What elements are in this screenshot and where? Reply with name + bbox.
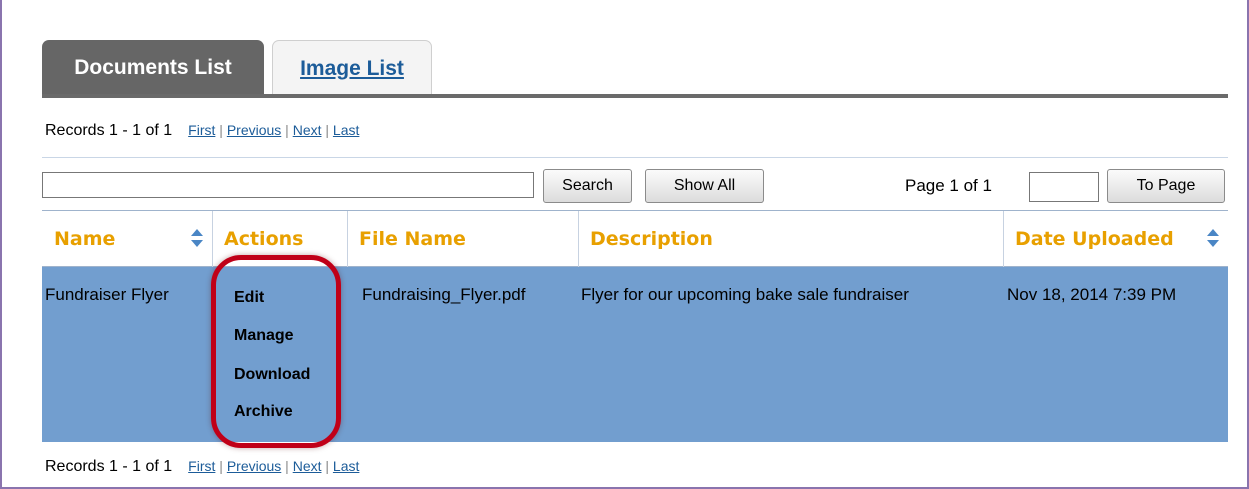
window-frame: Documents List Image List Records 1 - 1 … (0, 0, 1249, 489)
column-header-label: Description (590, 228, 713, 250)
cell-date-uploaded: Nov 18, 2014 7:39 PM (1007, 285, 1177, 304)
pager-last-link[interactable]: Last (333, 122, 359, 138)
action-edit-link[interactable]: Edit (234, 289, 264, 307)
show-all-button[interactable]: Show All (645, 169, 764, 203)
tab-image-list[interactable]: Image List (272, 40, 432, 96)
pager-separator: | (219, 122, 223, 138)
page-number-input[interactable] (1029, 172, 1099, 202)
action-download-link[interactable]: Download (234, 366, 310, 384)
column-header-label: Name (54, 228, 116, 250)
pager-separator: | (325, 122, 330, 138)
column-header-file-name: File Name (347, 211, 578, 267)
tab-divider (42, 94, 1228, 98)
search-button[interactable]: Search (543, 169, 632, 203)
pager-last-link[interactable]: Last (333, 458, 359, 474)
records-count: Records 1 - 1 of 1 (45, 122, 173, 139)
action-archive-link[interactable]: Archive (234, 403, 293, 421)
pager-previous-link[interactable]: Previous (227, 122, 281, 138)
column-header-date-uploaded[interactable]: Date Uploaded (1003, 211, 1228, 267)
pager-separator: | (285, 122, 289, 138)
column-header-label: Date Uploaded (1015, 228, 1174, 250)
pager-separator: | (325, 458, 330, 474)
records-top: Records 1 - 1 of 1 First | Previous | Ne… (45, 122, 359, 140)
to-page-button[interactable]: To Page (1107, 169, 1225, 203)
divider-line (42, 157, 1228, 158)
cell-description: Flyer for our upcoming bake sale fundrai… (581, 285, 909, 304)
search-input[interactable] (42, 172, 534, 198)
pager-next-link[interactable]: Next (293, 458, 322, 474)
table-header: Name Actions File Name Description Date … (42, 210, 1228, 267)
pager-first-link[interactable]: First (188, 122, 215, 138)
column-header-label: Actions (224, 228, 304, 250)
sort-arrows-icon[interactable] (190, 226, 204, 250)
column-header-description: Description (578, 211, 1003, 267)
pager-separator: | (285, 458, 289, 474)
cell-name: Fundraiser Flyer (45, 285, 169, 304)
column-header-actions: Actions (212, 211, 347, 267)
cell-file-name: Fundraising_Flyer.pdf (362, 285, 526, 304)
pager-separator: | (219, 458, 223, 474)
column-header-name[interactable]: Name (42, 211, 212, 267)
pager-bottom: First | Previous | Next | Last (188, 458, 359, 474)
pager-previous-link[interactable]: Previous (227, 458, 281, 474)
pager-top: First | Previous | Next | Last (188, 122, 359, 138)
pager-first-link[interactable]: First (188, 458, 215, 474)
sort-arrows-icon[interactable] (1206, 226, 1220, 250)
records-bottom: Records 1 - 1 of 1 First | Previous | Ne… (45, 458, 359, 476)
action-manage-link[interactable]: Manage (234, 327, 294, 345)
pager-next-link[interactable]: Next (293, 122, 322, 138)
table-row[interactable]: Fundraiser Flyer Edit Manage Download Ar… (42, 267, 1228, 442)
page-indicator: Page 1 of 1 (905, 176, 992, 195)
records-count: Records 1 - 1 of 1 (45, 458, 173, 475)
tab-documents-list[interactable]: Documents List (42, 40, 264, 96)
column-header-label: File Name (359, 228, 466, 250)
